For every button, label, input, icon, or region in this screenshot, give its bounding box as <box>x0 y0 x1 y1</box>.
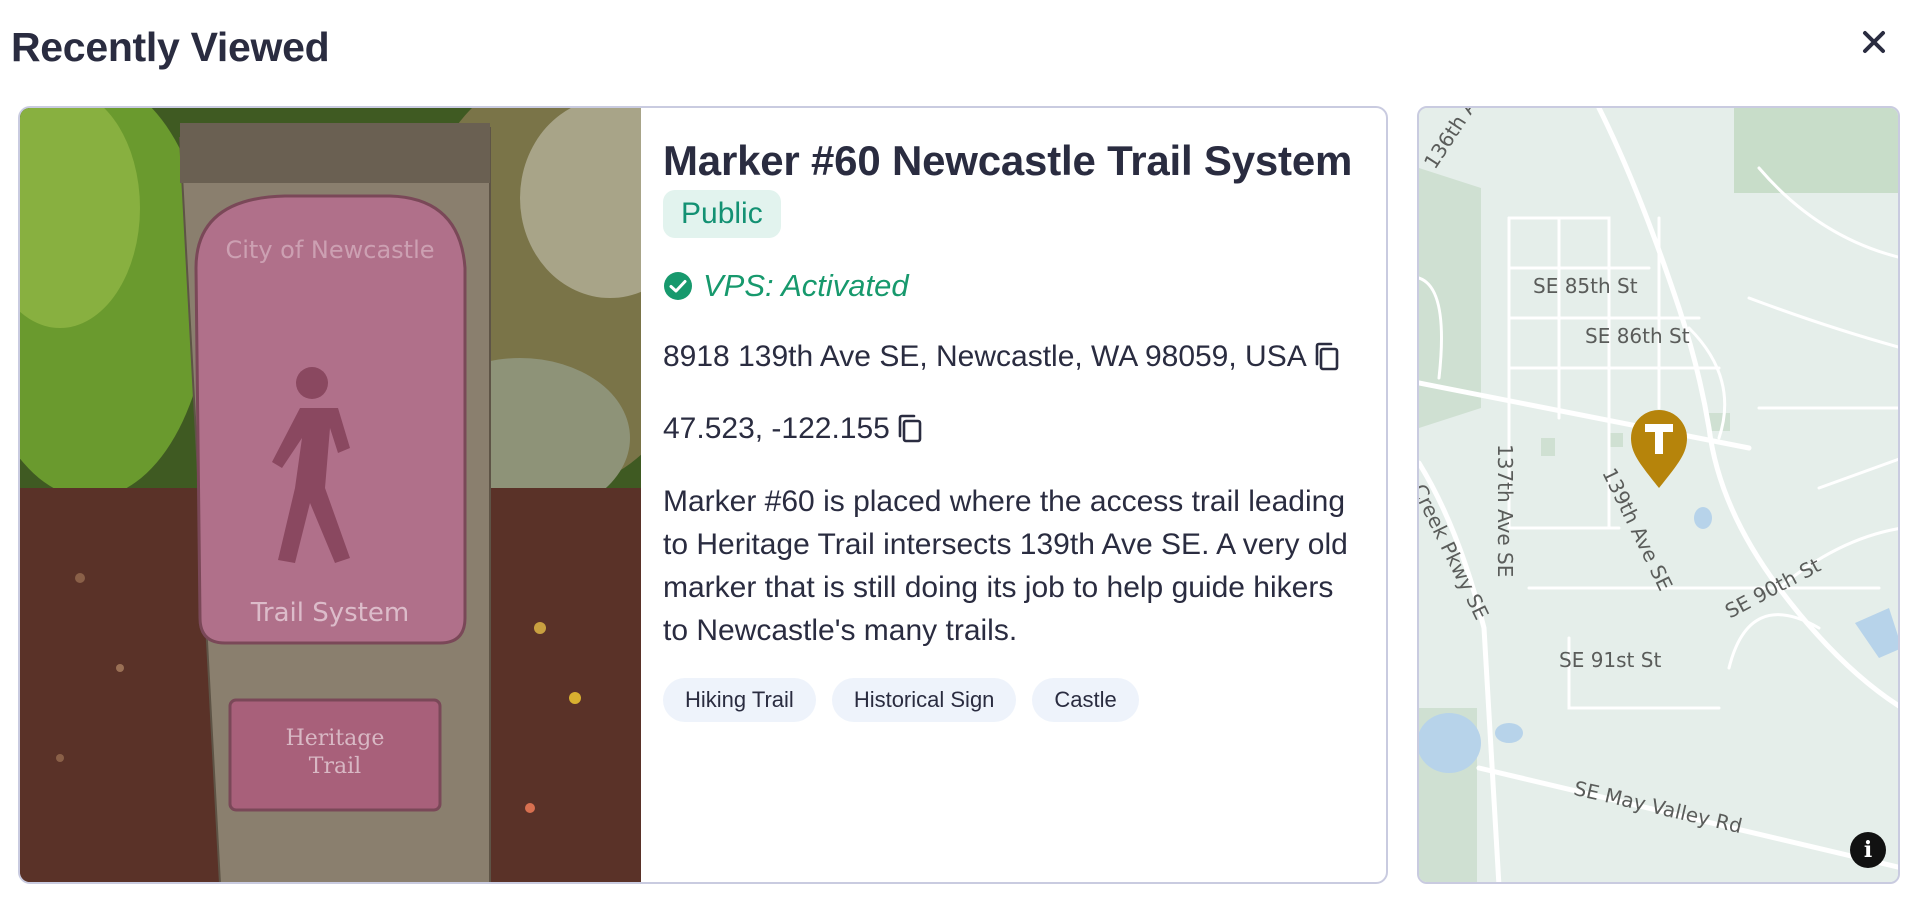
tag-list: Hiking Trail Historical Sign Castle <box>663 678 1363 723</box>
sign-text-city: City of Newcastle <box>225 236 434 264</box>
marker-title: Marker #60 Newcastle Trail System <box>663 137 1353 184</box>
map-label-137th-ave: 137th Ave SE <box>1493 444 1517 578</box>
sign-text-trail: Trail <box>309 754 361 779</box>
tag-castle[interactable]: Castle <box>1032 678 1139 723</box>
sign-text-trail-system: Trail System <box>250 598 409 628</box>
close-icon <box>1863 31 1885 53</box>
map-label-se-85th-st: SE 85th St <box>1533 274 1638 298</box>
copy-icon[interactable] <box>1311 341 1343 373</box>
map-info-button[interactable]: i <box>1850 832 1886 868</box>
vps-status: VPS: Activated <box>663 268 1363 304</box>
map-label-se-86th-st: SE 86th St <box>1585 324 1690 348</box>
tag-hiking-trail[interactable]: Hiking Trail <box>663 678 816 723</box>
marker-photo: Trail System City of Newcastle Heritage … <box>20 108 641 882</box>
vps-status-label: VPS: Activated <box>703 268 909 304</box>
coordinates-text: 47.523, -122.155 <box>663 412 890 446</box>
address-row: 8918 139th Ave SE, Newcastle, WA 98059, … <box>663 340 1363 374</box>
close-button[interactable] <box>1856 24 1892 60</box>
check-circle-icon <box>664 272 692 301</box>
map-label-se-91st-st: SE 91st St <box>1559 648 1662 672</box>
tag-historical-sign[interactable]: Historical Sign <box>831 678 1017 723</box>
page-title: Recently Viewed <box>11 24 330 70</box>
copy-icon[interactable] <box>894 413 926 445</box>
marker-card[interactable]: Trail System City of Newcastle Heritage … <box>18 106 1388 884</box>
visibility-badge: Public <box>663 190 781 239</box>
marker-description: Marker #60 is placed where the access tr… <box>663 485 1348 648</box>
location-map[interactable]: 136th Ave SE SE 85th St SE 86th St 137th… <box>1417 106 1900 884</box>
coordinates-row: 47.523, -122.155 <box>663 412 1363 446</box>
modal-header: Recently Viewed <box>0 0 1920 100</box>
address-text: 8918 139th Ave SE, Newcastle, WA 98059, … <box>663 340 1307 374</box>
sign-text-heritage: Heritage <box>286 726 385 751</box>
marker-info: Marker #60 Newcastle Trail System Public… <box>663 137 1363 723</box>
